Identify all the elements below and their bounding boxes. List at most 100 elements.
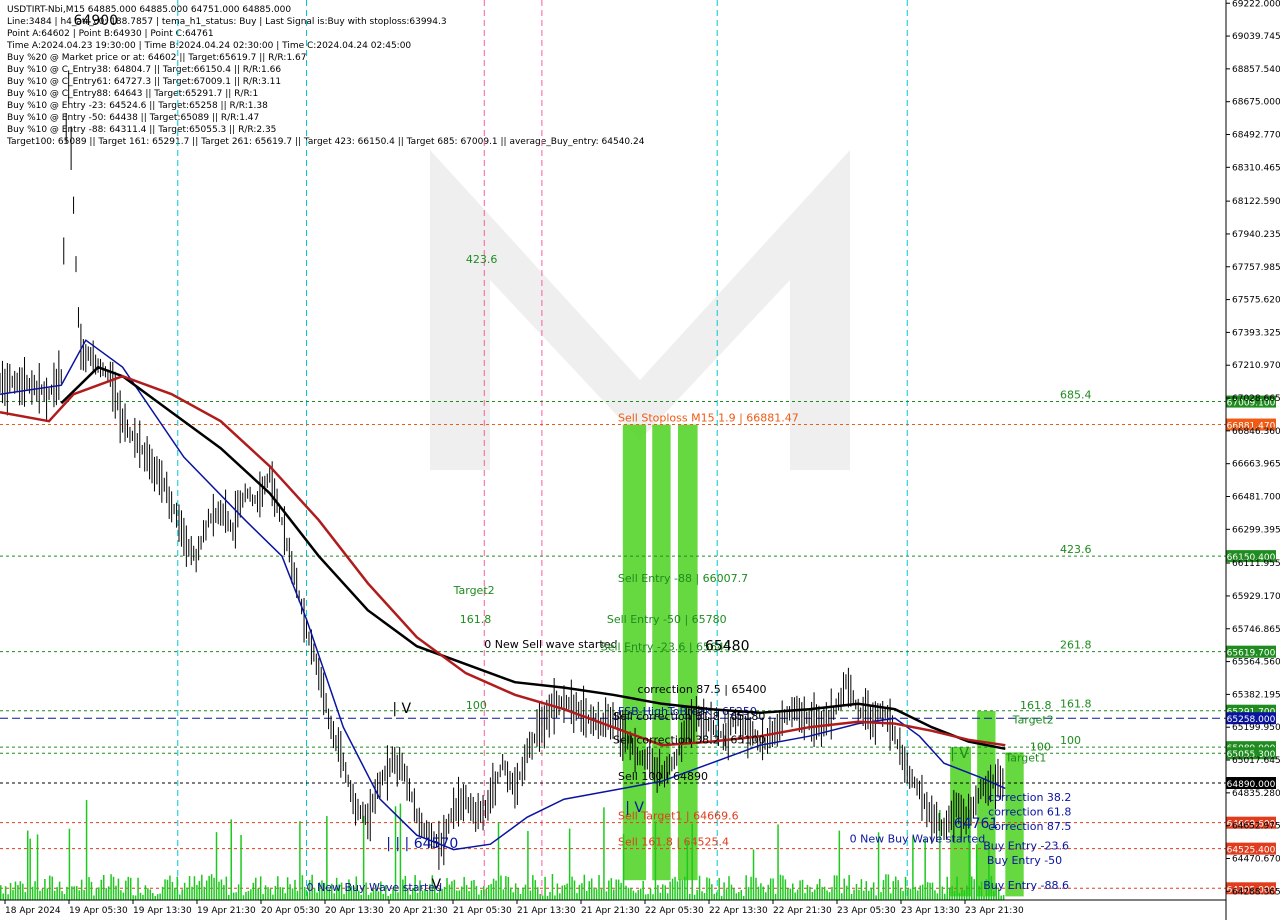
volume-bar (409, 894, 411, 900)
time-axis-label: 23 Apr 13:30 (901, 906, 960, 916)
time-axis-label: 22 Apr 21:30 (773, 906, 832, 916)
price-axis-label: 64652.975 (1232, 822, 1280, 832)
volume-bar (826, 890, 828, 900)
volume-bar (571, 876, 573, 900)
volume-bar (382, 893, 385, 900)
volume-bar (936, 893, 939, 900)
volume-bar (799, 880, 801, 900)
volume-bar (924, 838, 926, 900)
volume-bar (689, 893, 691, 900)
volume-bar (647, 893, 649, 900)
volume-bar (495, 880, 497, 900)
volume-bar (14, 881, 17, 900)
volume-bar (112, 876, 115, 900)
volume-bar (159, 893, 161, 900)
volume-bar (19, 881, 22, 900)
price-axis-label: 64470.670 (1232, 854, 1280, 864)
volume-bar (917, 890, 919, 900)
volume-bar (573, 880, 576, 900)
volume-bar (529, 890, 532, 900)
volume-bar (848, 875, 850, 900)
volume-bar (980, 881, 983, 900)
volume-bar (100, 879, 103, 900)
volume-bar (68, 828, 71, 900)
volume-bar (252, 882, 255, 900)
volume-bar (772, 878, 774, 900)
volume-bar (909, 888, 912, 900)
volume-bar (58, 881, 61, 900)
volume-bar (230, 819, 232, 900)
volume-bar (262, 894, 264, 900)
volume-bar (463, 876, 465, 900)
volume-bar (914, 886, 917, 900)
volume-bar (782, 875, 784, 900)
volume-bar (41, 888, 44, 900)
volume-bar (605, 891, 608, 900)
volume-bar (539, 893, 541, 900)
volume-bar (845, 885, 848, 900)
volume-bar (34, 881, 36, 900)
volume-bar (855, 884, 858, 900)
time-axis-label: 23 Apr 21:30 (965, 906, 1024, 916)
volume-bar (1002, 894, 1005, 900)
volume-bar (490, 883, 492, 900)
volume-bar (46, 888, 49, 900)
volume-bar (838, 830, 841, 900)
volume-bar (171, 881, 174, 900)
volume-bar (946, 876, 948, 900)
volume-bar (831, 886, 833, 900)
price-level-label: Sell Stoploss M15 1.9 | 66881.47 (618, 412, 799, 425)
price-axis-label: 67575.620 (1232, 296, 1280, 306)
volume-bar (801, 879, 804, 900)
volume-bar (769, 878, 772, 900)
volume-bar (718, 878, 720, 900)
volume-bar (102, 874, 105, 900)
time-axis-label: 22 Apr 13:30 (709, 906, 768, 916)
volume-bar (191, 886, 193, 900)
volume-bar (894, 876, 897, 900)
volume-bar (970, 876, 973, 900)
volume-bar (343, 894, 345, 900)
chart-annotation: Sell correction 38.2 | 65100 (613, 733, 765, 746)
volume-bar (791, 883, 794, 900)
volume-bar (152, 892, 154, 900)
volume-bar (706, 877, 708, 900)
volume-bar (676, 881, 679, 900)
volume-bar (615, 879, 617, 900)
volume-bar (654, 821, 657, 900)
volume-bar (836, 875, 838, 900)
chart-annotation: correction 87.5 | 65400 (638, 683, 767, 696)
volume-bar (245, 891, 247, 900)
volume-bar (544, 876, 546, 900)
volume-bar (723, 882, 725, 900)
price-axis-label: 68492.770 (1232, 131, 1280, 141)
volume-bar (752, 849, 755, 900)
volume-bar (198, 881, 201, 900)
volume-bar (257, 888, 259, 900)
volume-bar (686, 840, 689, 900)
chart-annotation: 0 New Buy Wave started (307, 881, 443, 894)
volume-bar (590, 878, 593, 900)
volume-bar (279, 887, 282, 900)
volume-bar (583, 874, 586, 900)
volume-bar (794, 892, 796, 900)
volume-bar (691, 823, 693, 900)
volume-bar (156, 894, 159, 900)
volume-bar (921, 884, 924, 900)
moving-average-line (0, 339, 1006, 851)
volume-bar (637, 889, 640, 900)
volume-bar (929, 882, 931, 900)
volume-bar (789, 888, 792, 900)
volume-bar (885, 874, 887, 900)
volume-bar (762, 886, 765, 900)
price-axis-label: 69039.745 (1232, 32, 1280, 42)
volume-bar (767, 884, 769, 900)
volume-bar (505, 876, 507, 900)
time-axis-label: 20 Apr 05:30 (261, 906, 320, 916)
volume-bar (823, 886, 826, 900)
price-chart[interactable]: 685.467009.100Sell Stoploss M15 1.9 | 66… (0, 0, 1280, 920)
volume-bar (387, 895, 389, 900)
volume-bar (107, 886, 110, 900)
volume-bar (787, 888, 789, 900)
volume-bar (274, 885, 277, 900)
